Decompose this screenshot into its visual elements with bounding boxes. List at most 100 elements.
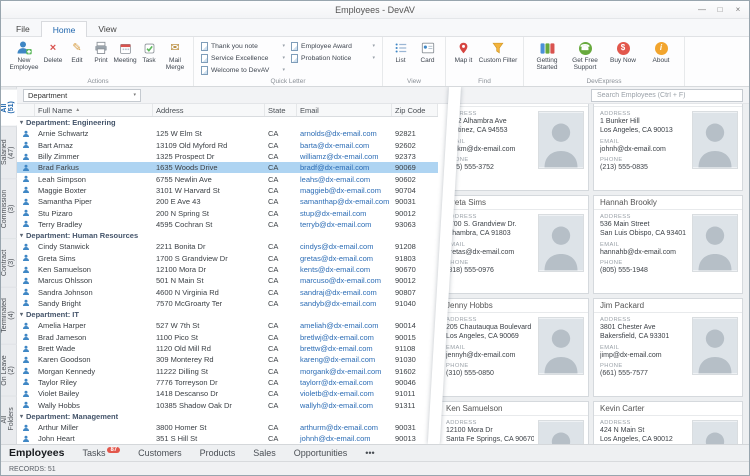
- column-header[interactable]: Address: [153, 104, 265, 116]
- buy-now-button[interactable]: $ Buy Now: [604, 39, 642, 75]
- employee-row[interactable]: Maggie Boxter 3101 W Harvard St CA maggi…: [17, 185, 438, 196]
- employee-row[interactable]: Arnie Schwartz 125 W Elm St CA arnolds@d…: [17, 128, 438, 139]
- meeting-button[interactable]: Meeting: [113, 39, 137, 75]
- employee-row[interactable]: John Heart 351 S Hill St CA johnh@dx-ema…: [17, 433, 438, 444]
- module-tab[interactable]: Products: [200, 448, 236, 458]
- cell-email-link[interactable]: kareng@dx-email.com: [297, 355, 392, 364]
- list-view-button[interactable]: List: [387, 39, 414, 75]
- cell-email-link[interactable]: stup@dx-email.com: [297, 209, 392, 218]
- cell-email-link[interactable]: barta@dx-email.com: [297, 141, 392, 150]
- grid-group-row[interactable]: ▾ Department: Engineering: [17, 117, 438, 128]
- group-by-department-dropdown[interactable]: Department ▾: [23, 89, 141, 102]
- folder-tab[interactable]: Terminated (4): [1, 287, 17, 344]
- cell-email-link[interactable]: johnh@dx-email.com: [297, 434, 392, 443]
- get-free-support-button[interactable]: ☎ Get Free Support: [566, 39, 604, 75]
- cell-email-link[interactable]: sandraj@dx-email.com: [297, 288, 392, 297]
- employee-row[interactable]: Ken Samuelson 12100 Mora Dr CA kents@dx-…: [17, 264, 438, 275]
- employee-row[interactable]: Violet Bailey 1418 Descanso Dr CA violet…: [17, 388, 438, 399]
- employee-card[interactable]: ADDRESS 1 Bunker Hill Los Angeles, CA 90…: [593, 104, 743, 191]
- folder-tab[interactable]: On Leave (2): [1, 344, 17, 397]
- cell-email-link[interactable]: arnolds@dx-email.com: [297, 129, 392, 138]
- column-header[interactable]: Full Name ▲: [35, 104, 153, 116]
- employee-row[interactable]: Taylor Riley 7776 Torreyson Dr CA taylor…: [17, 377, 438, 388]
- cell-email-link[interactable]: wallyh@dx-email.com: [297, 401, 392, 410]
- cell-email-link[interactable]: terryb@dx-email.com: [297, 220, 392, 229]
- folder-tab[interactable]: All (51): [1, 89, 17, 126]
- map-it-button[interactable]: Map it: [450, 39, 477, 75]
- employee-row[interactable]: Amelia Harper 527 W 7th St CA ameliah@dx…: [17, 320, 438, 331]
- ribbon-tab[interactable]: Home: [41, 21, 88, 37]
- employee-row[interactable]: Brad Farkus 1635 Woods Drive CA bradf@dx…: [17, 162, 438, 173]
- employee-row[interactable]: Stu Pizaro 200 N Spring St CA stup@dx-em…: [17, 207, 438, 218]
- employee-row[interactable]: Marcus Ohlsson 501 N Main St CA marcuso@…: [17, 275, 438, 286]
- task-button[interactable]: Task: [137, 39, 161, 75]
- cell-email-link[interactable]: violetb@dx-email.com: [297, 389, 392, 398]
- module-tab[interactable]: Sales: [253, 448, 276, 458]
- employee-row[interactable]: Leah Simpson 6755 Newlin Ave CA leahs@dx…: [17, 173, 438, 184]
- minimize-icon[interactable]: —: [693, 2, 711, 17]
- grid-group-row[interactable]: ▾ Department: Management: [17, 411, 438, 422]
- module-tab[interactable]: •••: [365, 448, 374, 458]
- cell-email-link[interactable]: cindys@dx-email.com: [297, 242, 392, 251]
- close-icon[interactable]: ×: [729, 2, 747, 17]
- employee-row[interactable]: Brad Jameson 1100 Pico St CA bretlwj@dx-…: [17, 332, 438, 343]
- cell-email-link[interactable]: taylorr@dx-email.com: [297, 378, 392, 387]
- cell-email-link[interactable]: maggieb@dx-email.com: [297, 186, 392, 195]
- cell-email-link[interactable]: bradf@dx-email.com: [297, 163, 392, 172]
- employee-card[interactable]: Jim Packard ADDRESS 3801 Chester Ave Bak…: [593, 298, 743, 397]
- getting-started-button[interactable]: Getting Started: [528, 39, 566, 75]
- group-expand-icon[interactable]: ▾: [20, 413, 23, 420]
- quick-letter-item[interactable]: Welcome to DevAV ▾: [198, 64, 288, 76]
- cell-email-link[interactable]: gretas@dx-email.com: [297, 254, 392, 263]
- employee-row[interactable]: Samantha Piper 200 E Ave 43 CA samanthap…: [17, 196, 438, 207]
- group-expand-icon[interactable]: ▾: [20, 119, 23, 126]
- employee-row[interactable]: Billy Zimmer 1325 Prospect Dr CA william…: [17, 151, 438, 162]
- employee-row[interactable]: Bart Arnaz 13109 Old Myford Rd CA barta@…: [17, 140, 438, 151]
- column-header[interactable]: State: [265, 104, 297, 116]
- grid-group-row[interactable]: ▾ Department: IT: [17, 309, 438, 320]
- card-view-button[interactable]: Card: [414, 39, 441, 75]
- folder-tab[interactable]: Commission (3): [1, 178, 17, 238]
- employee-row[interactable]: Wally Hobbs 10385 Shadow Oak Dr CA wally…: [17, 399, 438, 410]
- ribbon-tab[interactable]: View: [87, 21, 127, 36]
- maximize-icon[interactable]: □: [711, 2, 729, 17]
- search-input[interactable]: [591, 89, 743, 102]
- custom-filter-button[interactable]: Custom Filter: [477, 39, 519, 75]
- group-expand-icon[interactable]: ▾: [20, 311, 23, 318]
- about-button[interactable]: i About: [642, 39, 680, 75]
- employee-card[interactable]: Jenny Hobbs ADDRESS 205 Chautauqua Boule…: [439, 298, 589, 397]
- cell-email-link[interactable]: kents@dx-email.com: [297, 265, 392, 274]
- grid-group-row[interactable]: ▾ Department: Human Resources: [17, 230, 438, 241]
- module-tab[interactable]: Tasks 87: [82, 448, 120, 458]
- folder-tab[interactable]: Salaried (47): [1, 126, 17, 178]
- employee-row[interactable]: Sandra Johnson 4600 N Virginia Rd CA san…: [17, 286, 438, 297]
- employee-card[interactable]: Hannah Brookly ADDRESS 536 Main Street S…: [593, 195, 743, 294]
- employee-row[interactable]: Karen Goodson 309 Monterey Rd CA kareng@…: [17, 354, 438, 365]
- employee-row[interactable]: Greta Sims 1700 S Grandview Dr CA gretas…: [17, 253, 438, 264]
- cell-email-link[interactable]: sandyb@dx-email.com: [297, 299, 392, 308]
- quick-letter-item[interactable]: Service Excellence ▾: [198, 52, 288, 64]
- employee-card[interactable]: ADDRESS 4202 Alhambra Ave Martinez, CA 9…: [439, 104, 589, 191]
- print-button[interactable]: Print: [89, 39, 113, 75]
- cell-email-link[interactable]: bretlwj@dx-email.com: [297, 333, 392, 342]
- employee-row[interactable]: Arthur Miller 3800 Homer St CA arthurm@d…: [17, 422, 438, 433]
- mail-merge-button[interactable]: ✉ Mail Merge: [161, 39, 189, 75]
- cell-email-link[interactable]: ameliah@dx-email.com: [297, 321, 392, 330]
- employee-row[interactable]: Cindy Stanwick 2211 Bonita Dr CA cindys@…: [17, 241, 438, 252]
- cell-email-link[interactable]: leahs@dx-email.com: [297, 175, 392, 184]
- quick-letter-item[interactable]: Employee Award ▾: [288, 40, 378, 52]
- edit-button[interactable]: ✎ Edit: [65, 39, 89, 75]
- employee-row[interactable]: Sandy Bright 7570 McGroarty Ter CA sandy…: [17, 298, 438, 309]
- module-tab[interactable]: Employees: [9, 447, 64, 459]
- employee-card[interactable]: Greta Sims ADDRESS 1700 S. Grandview Dr.…: [439, 195, 589, 294]
- module-tab[interactable]: Opportunities: [294, 448, 348, 458]
- employee-row[interactable]: Morgan Kennedy 11222 Dilling St CA morga…: [17, 366, 438, 377]
- employee-card[interactable]: Kevin Carter ADDRESS 424 N Main St Los A…: [593, 401, 743, 444]
- column-header[interactable]: Email: [297, 104, 392, 116]
- cell-email-link[interactable]: samanthap@dx-email.com: [297, 197, 392, 206]
- column-header[interactable]: Zip Code: [392, 104, 438, 116]
- quick-letter-item[interactable]: Probation Notice ▾: [288, 52, 378, 64]
- new-employee-button[interactable]: New Employee: [7, 39, 41, 75]
- module-tab[interactable]: Customers: [138, 448, 182, 458]
- group-expand-icon[interactable]: ▾: [20, 232, 23, 239]
